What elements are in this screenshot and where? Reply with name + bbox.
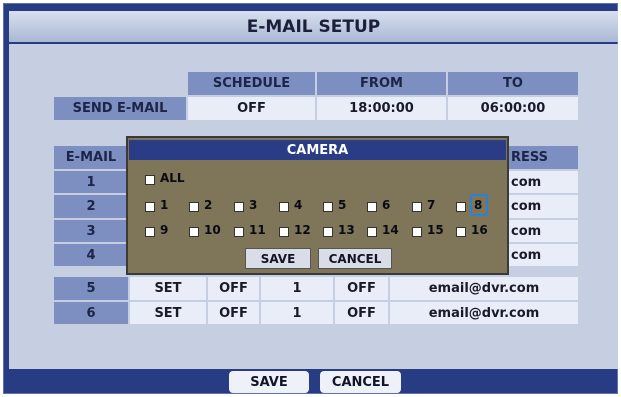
cancel-button[interactable]: CANCEL <box>320 371 401 393</box>
email-address-cell[interactable]: email@dvr.com <box>390 277 578 300</box>
camera-label: 7 <box>427 198 436 212</box>
camera-checkbox-13[interactable] <box>323 227 333 237</box>
send-email-label: SEND E-MAIL <box>54 97 186 120</box>
to-header: TO <box>448 72 578 95</box>
email-option-a[interactable]: OFF <box>208 302 259 324</box>
camera-all-checkbox[interactable] <box>145 175 155 185</box>
email-row-number: 2 <box>54 195 128 218</box>
camera-checkbox-4[interactable] <box>279 202 289 212</box>
schedule-header: SCHEDULE <box>188 72 315 95</box>
camera-label: 11 <box>249 223 266 237</box>
from-header: FROM <box>317 72 446 95</box>
camera-set-button[interactable]: SET <box>130 277 206 300</box>
email-address-cell[interactable]: email@dvr.com <box>390 302 578 324</box>
camera-checkbox-2[interactable] <box>189 202 199 212</box>
from-time-value[interactable]: 18:00:00 <box>317 97 446 120</box>
camera-label: 14 <box>382 223 399 237</box>
camera-label: 3 <box>249 198 258 212</box>
camera-label: 15 <box>427 223 444 237</box>
email-address-cell[interactable]: com <box>507 195 578 218</box>
camera-checkbox-11[interactable] <box>234 227 244 237</box>
camera-checkbox-5[interactable] <box>323 202 333 212</box>
camera-label: 10 <box>204 223 221 237</box>
email-column-header: E-MAIL <box>54 146 128 169</box>
save-button[interactable]: SAVE <box>229 371 309 393</box>
dialog-save-button[interactable]: SAVE <box>245 248 311 269</box>
email-option-c[interactable]: OFF <box>335 277 388 300</box>
camera-checkbox-10[interactable] <box>189 227 199 237</box>
email-row-number: 5 <box>54 277 128 300</box>
camera-select-dialog: CAMERA ALL 1 2 3 4 5 6 7 8 9 10 11 12 13… <box>126 136 509 275</box>
camera-label: 8 <box>474 198 483 212</box>
email-row-number: 4 <box>54 244 128 266</box>
camera-checkbox-12[interactable] <box>279 227 289 237</box>
email-address-cell[interactable]: com <box>507 220 578 242</box>
camera-label: 9 <box>160 223 169 237</box>
address-column-header: RESS <box>507 146 578 169</box>
email-option-a[interactable]: OFF <box>208 277 259 300</box>
camera-checkbox-3[interactable] <box>234 202 244 212</box>
camera-checkbox-1[interactable] <box>145 202 155 212</box>
camera-checkbox-9[interactable] <box>145 227 155 237</box>
email-address-cell[interactable]: com <box>507 244 578 266</box>
camera-all-label: ALL <box>160 171 185 185</box>
email-option-b[interactable]: 1 <box>261 277 333 300</box>
camera-set-button[interactable]: SET <box>130 302 206 324</box>
camera-label: 5 <box>338 198 347 212</box>
email-address-cell[interactable]: com <box>507 171 578 193</box>
email-option-b[interactable]: 1 <box>261 302 333 324</box>
camera-checkbox-16[interactable] <box>456 227 466 237</box>
email-row-number: 1 <box>54 171 128 193</box>
to-time-value[interactable]: 06:00:00 <box>448 97 578 120</box>
dialog-cancel-button[interactable]: CANCEL <box>318 248 392 269</box>
email-option-c[interactable]: OFF <box>335 302 388 324</box>
camera-label: 13 <box>338 223 355 237</box>
camera-label: 2 <box>204 198 213 212</box>
camera-label: 16 <box>471 223 488 237</box>
page-title: E-MAIL SETUP <box>9 11 618 42</box>
dialog-title: CAMERA <box>129 140 506 160</box>
schedule-value[interactable]: OFF <box>188 97 315 120</box>
camera-checkbox-7[interactable] <box>412 202 422 212</box>
camera-checkbox-15[interactable] <box>412 227 422 237</box>
camera-label: 6 <box>382 198 391 212</box>
camera-label: 12 <box>294 223 311 237</box>
camera-checkbox-6[interactable] <box>367 202 377 212</box>
camera-label: 4 <box>294 198 303 212</box>
camera-label: 1 <box>160 198 169 212</box>
email-row-number: 3 <box>54 220 128 242</box>
email-row-number: 6 <box>54 302 128 324</box>
camera-checkbox-8[interactable] <box>456 202 466 212</box>
camera-checkbox-14[interactable] <box>367 227 377 237</box>
